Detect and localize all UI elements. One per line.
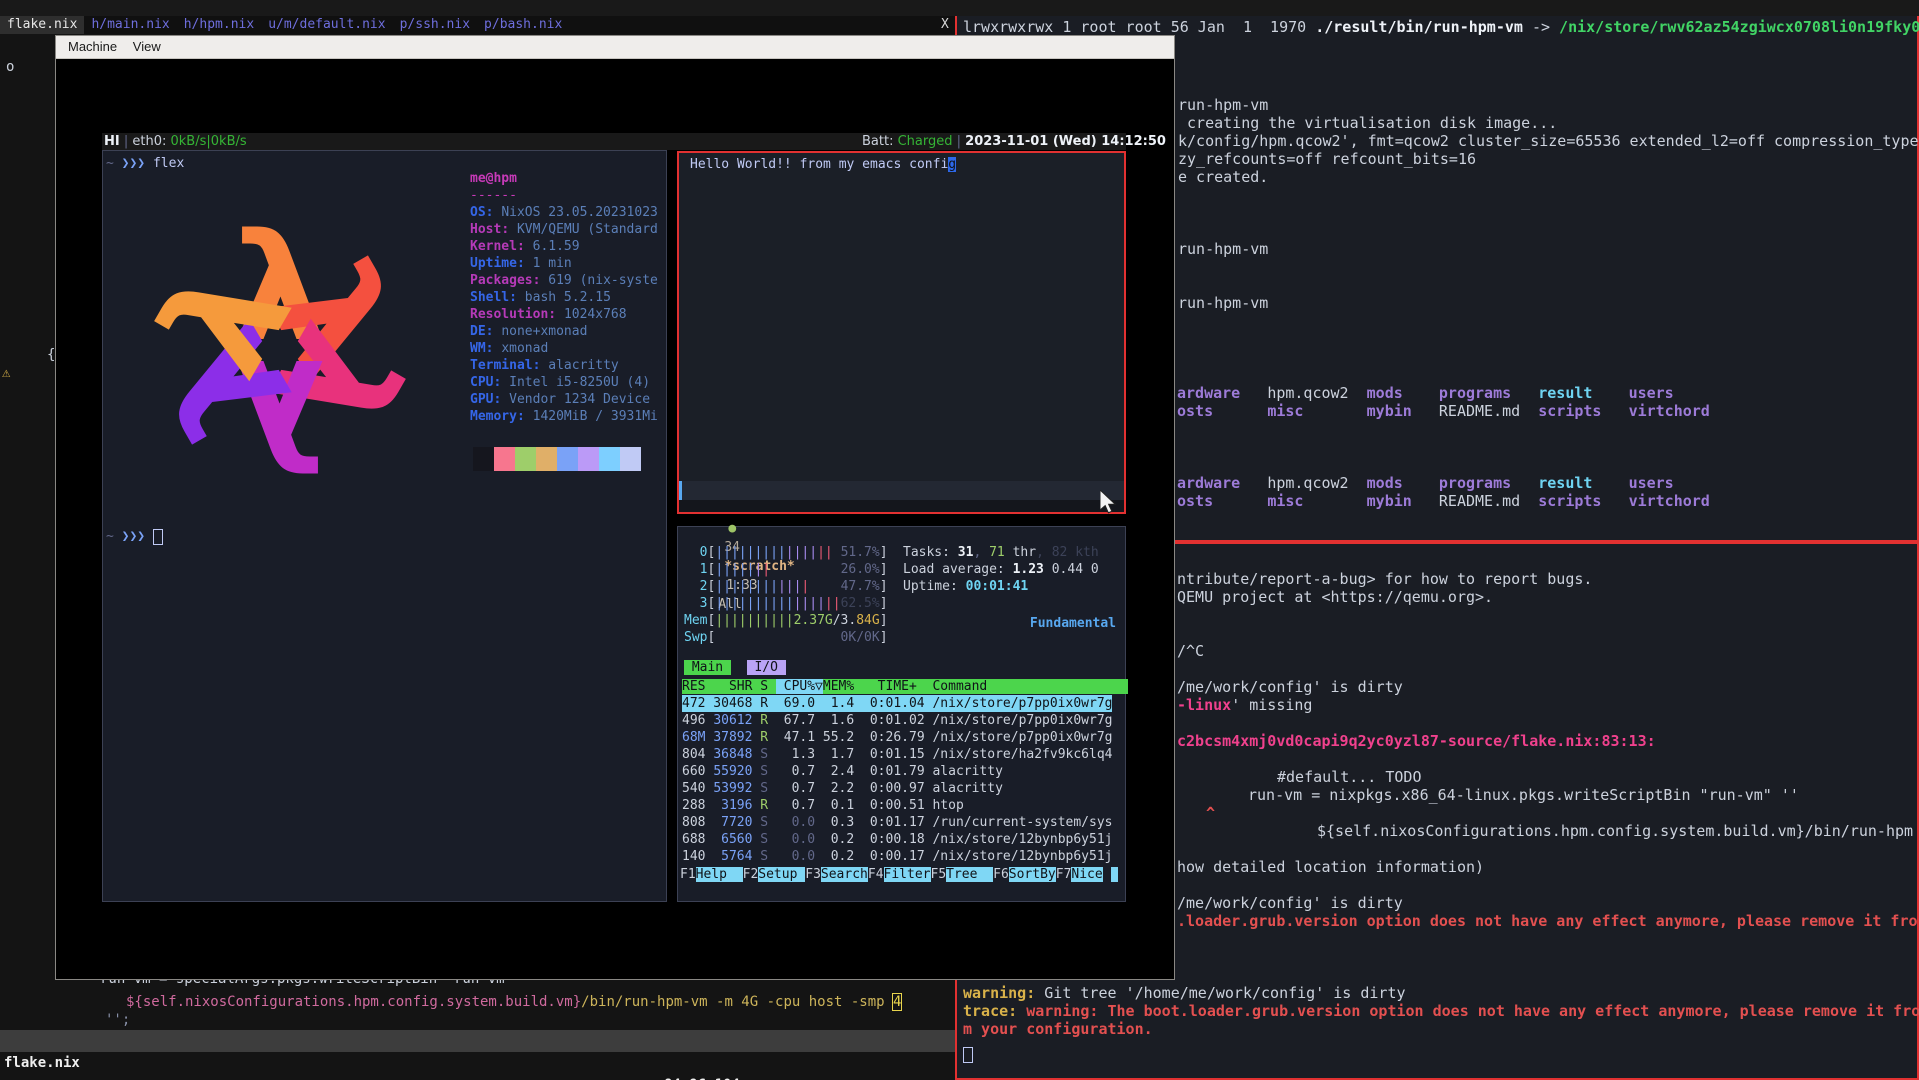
tab-bar-close-icon[interactable]: X bbox=[941, 16, 949, 34]
emacs-modeline-accent-bar bbox=[679, 481, 682, 500]
palette-swatch bbox=[578, 447, 599, 471]
terminal-color-palette bbox=[473, 447, 641, 471]
vim-statusline: flake.nix 84,96-104 75% bbox=[0, 1030, 955, 1052]
editor-tab-p-bash-nix[interactable]: p/bash.nix bbox=[477, 16, 569, 34]
palette-swatch bbox=[620, 447, 641, 471]
vm-emacs-window[interactable] bbox=[677, 151, 1126, 514]
qemu-menu-bar: Machine View bbox=[56, 36, 1174, 59]
emacs-line-number: 34 bbox=[724, 540, 740, 555]
editor-tab-u-m-default-nix[interactable]: u/m/default.nix bbox=[261, 16, 392, 34]
palette-swatch bbox=[494, 447, 515, 471]
palette-swatch bbox=[557, 447, 578, 471]
host-status-bar bbox=[0, 0, 1919, 16]
palette-swatch bbox=[599, 447, 620, 471]
vim-statusline-filename: flake.nix bbox=[4, 1052, 80, 1074]
palette-swatch bbox=[515, 447, 536, 471]
editor-tab-h-hpm-nix[interactable]: h/hpm.nix bbox=[177, 16, 261, 34]
palette-swatch bbox=[473, 447, 494, 471]
editor-tab-bar: flake.nixh/main.nixh/hpm.nixu/m/default.… bbox=[0, 16, 955, 34]
emacs-scroll-indicator: All bbox=[718, 597, 741, 612]
emacs-modeline: ● 34 *scratch* 1:33 All Fundamental bbox=[679, 481, 1124, 500]
nixos-logo: λλλλλλ bbox=[115, 200, 445, 500]
vm-status-bar bbox=[102, 133, 1126, 150]
emacs-major-mode[interactable]: Fundamental bbox=[1030, 614, 1116, 633]
qemu-menu-view[interactable]: View bbox=[133, 39, 161, 54]
mouse-cursor-icon bbox=[1100, 490, 1122, 514]
editor-tab-h-main-nix[interactable]: h/main.nix bbox=[84, 16, 176, 34]
palette-swatch bbox=[536, 447, 557, 471]
emacs-minibuffer bbox=[679, 500, 1124, 512]
emacs-cursor-position: 1:33 bbox=[726, 578, 757, 593]
qemu-menu-machine[interactable]: Machine bbox=[68, 39, 117, 54]
emacs-buffer-name[interactable]: *scratch* bbox=[724, 559, 794, 574]
vim-statusline-ruler: 84,96-104 bbox=[664, 1074, 740, 1080]
desktop-root: HI | enp1s0: 0kB/s|0kB/sBatt: Charged | … bbox=[0, 0, 1919, 1080]
editor-tab-p-ssh-nix[interactable]: p/ssh.nix bbox=[393, 16, 477, 34]
emacs-modified-dot-icon: ● bbox=[728, 521, 736, 536]
editor-tab-flake-nix[interactable]: flake.nix bbox=[0, 16, 84, 34]
